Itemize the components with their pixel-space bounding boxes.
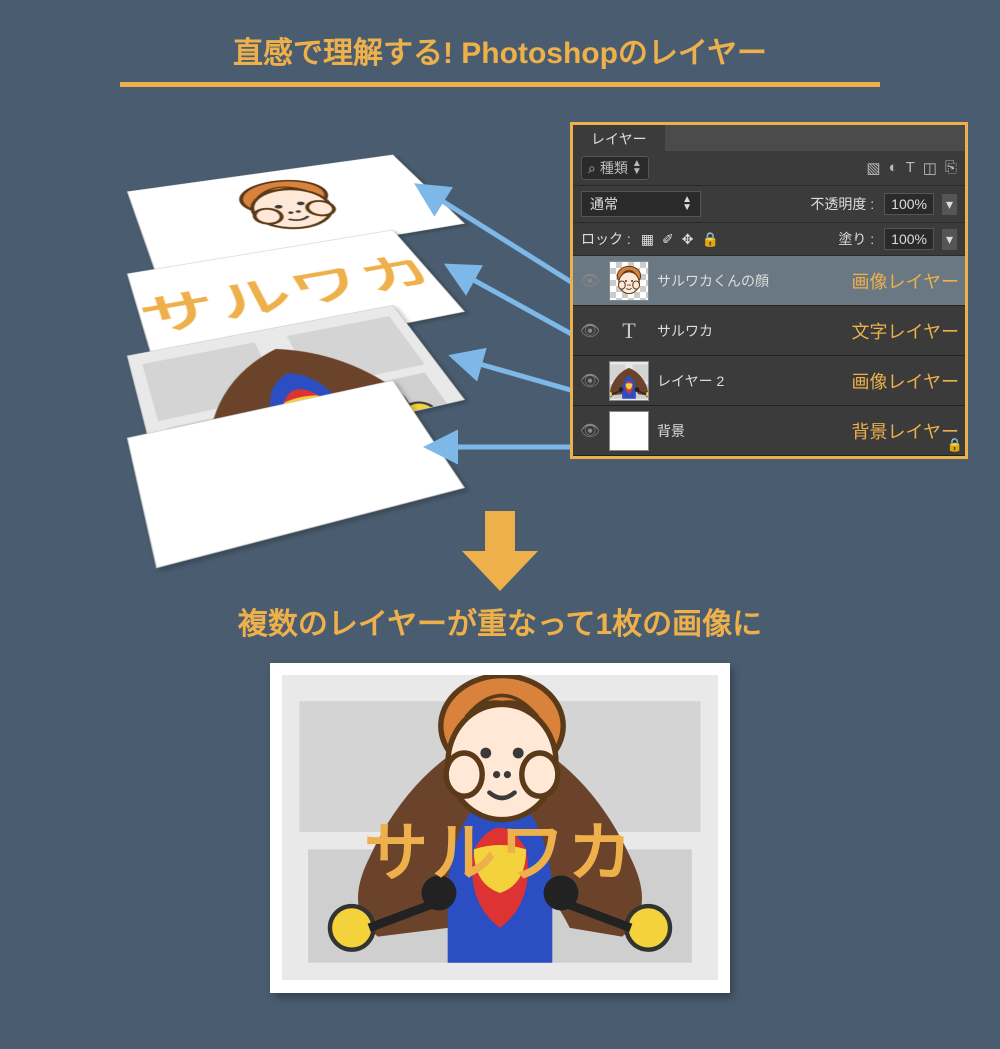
layer-thumbnail[interactable] (609, 411, 649, 451)
chevron-up-down-icon: ▲▼ (632, 160, 642, 176)
panel-tab-layers[interactable]: レイヤー (573, 125, 665, 151)
blend-mode-value: 通常 (590, 194, 618, 214)
image-icon[interactable]: ▧ (866, 159, 880, 177)
layer-thumbnail[interactable] (609, 361, 649, 401)
face-icon (211, 170, 374, 246)
panel-lock-row: ロック : ▦ ✐ ✥ 🔒 塗り : 100% ▾ (573, 223, 965, 256)
layer-item[interactable]: 👁 レイヤー 2 画像レイヤー (573, 356, 965, 406)
upper-section: サルワカ レイヤー ⌕ 種類 ▲▼ ▧ (0, 87, 1000, 517)
layer-name: サルワカくんの顔 (657, 271, 769, 291)
shape-icon[interactable]: ◫ (923, 159, 937, 177)
fill-dropdown[interactable]: ▾ (942, 229, 957, 250)
layer-name: サルワカ (657, 321, 713, 341)
layer-item[interactable]: 👁 サルワカくんの顔 画像レイヤー (573, 256, 965, 306)
fill-label: 塗り : (838, 229, 874, 249)
layer-filter-select[interactable]: ⌕ 種類 ▲▼ (581, 156, 649, 180)
layer-name: 背景 (657, 421, 685, 441)
opacity-dropdown[interactable]: ▾ (942, 194, 957, 215)
layer-filter-label: 種類 (600, 158, 628, 178)
page-title: 直感で理解する! Photoshopのレイヤー (0, 0, 1000, 72)
panel-tabbar: レイヤー (573, 125, 965, 151)
opacity-label: 不透明度 : (810, 194, 874, 214)
visibility-icon[interactable]: 👁 (579, 321, 601, 341)
blend-mode-select[interactable]: 通常 ▲▼ (581, 191, 701, 217)
visibility-icon[interactable]: 👁 (579, 371, 601, 391)
fill-input[interactable]: 100% (884, 228, 934, 250)
visibility-icon[interactable]: 👁 (579, 421, 601, 441)
layers-panel[interactable]: レイヤー ⌕ 種類 ▲▼ ▧ ◐ T ◫ ⎘ 通常 ▲▼ 不透明度 : 100 (570, 122, 968, 459)
layer-type-tag: 画像レイヤー (852, 368, 959, 394)
composite-image: サルワカ (270, 663, 730, 993)
lock-move-icon[interactable]: ✥ (682, 231, 694, 248)
layer-type-tag: 文字レイヤー (852, 318, 959, 344)
layer-thumbnail[interactable] (609, 261, 649, 301)
type-icon[interactable]: T (906, 159, 915, 177)
lock-label: ロック : (581, 229, 631, 249)
adjustment-icon[interactable]: ◐ (889, 159, 898, 177)
lock-pixels-icon[interactable]: ▦ (641, 231, 654, 248)
layer-stack: サルワカ (90, 122, 490, 502)
layer-item[interactable]: 👁 背景 背景レイヤー 🔒 (573, 406, 965, 456)
visibility-icon[interactable]: 👁 (579, 271, 601, 291)
subtitle: 複数のレイヤーが重なって1枚の画像に (0, 599, 1000, 643)
layer-type-tag: 背景レイヤー (852, 418, 959, 444)
layer-thumbnail[interactable]: T (609, 311, 649, 351)
lock-brush-icon[interactable]: ✐ (662, 231, 674, 248)
layer-type-tag: 画像レイヤー (852, 268, 959, 294)
lock-all-icon[interactable]: 🔒 (701, 231, 718, 248)
layer-name: レイヤー 2 (657, 371, 724, 391)
search-icon: ⌕ (588, 160, 596, 177)
down-arrow-icon (470, 511, 530, 591)
panel-filter-row: ⌕ 種類 ▲▼ ▧ ◐ T ◫ ⎘ (573, 151, 965, 186)
panel-blend-row: 通常 ▲▼ 不透明度 : 100% ▾ (573, 186, 965, 223)
face-icon (412, 675, 592, 843)
chevron-up-down-icon: ▲▼ (682, 196, 692, 212)
opacity-input[interactable]: 100% (884, 193, 934, 215)
layer-item[interactable]: 👁 T サルワカ 文字レイヤー (573, 306, 965, 356)
smartobject-icon[interactable]: ⎘ (945, 159, 957, 177)
lock-icon: 🔒 (947, 437, 963, 453)
